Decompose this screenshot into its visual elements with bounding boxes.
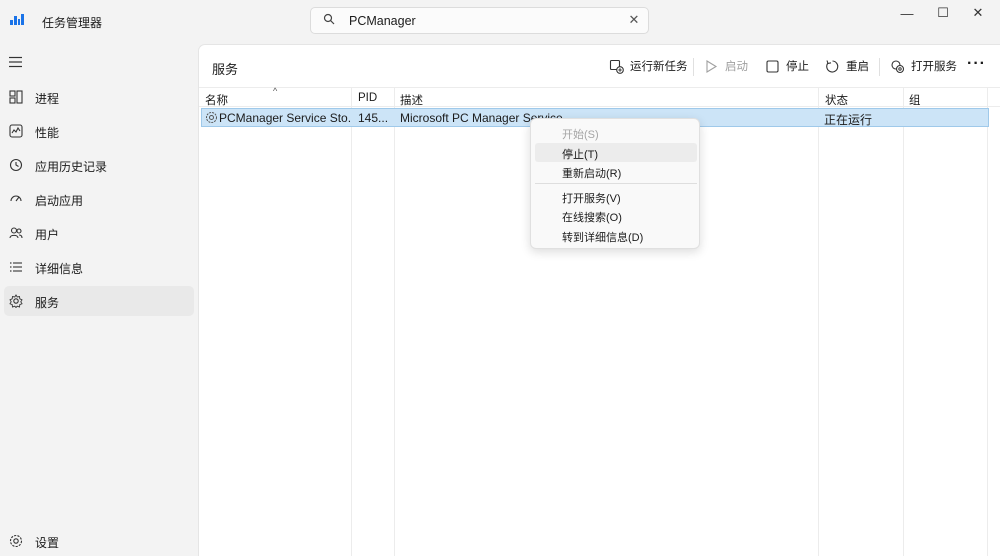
row-status-cell: 正在运行 xyxy=(824,113,873,127)
title-bar: 任务管理器 ✕ — ☐ ✕ xyxy=(0,0,1000,42)
column-divider[interactable] xyxy=(903,87,904,556)
restart-icon xyxy=(826,59,839,73)
context-menu-restart[interactable]: 重新启动(R) xyxy=(535,162,697,181)
column-header-name[interactable]: 名称 xyxy=(205,92,228,108)
row-name-cell: PCManager Service Sto... xyxy=(219,111,351,125)
sidebar-item-app-history[interactable]: 应用历史记录 xyxy=(4,150,194,180)
sidebar-item-label: 用户 xyxy=(35,228,60,242)
run-new-task-icon xyxy=(609,59,624,74)
run-new-task-button[interactable]: 运行新任务 xyxy=(609,55,688,77)
sidebar-item-services[interactable]: 服务 xyxy=(4,286,194,316)
performance-icon xyxy=(9,124,23,138)
users-icon xyxy=(9,227,23,239)
context-menu-label: 在线搜索(O) xyxy=(562,212,622,224)
service-icon xyxy=(206,112,217,123)
context-menu: 开始(S) 停止(T) 重新启动(R) 打开服务(V) 在线搜索(O) 转到详细… xyxy=(530,118,700,249)
column-divider[interactable] xyxy=(818,87,819,556)
open-services-icon xyxy=(891,59,905,73)
toolbar-divider xyxy=(879,58,880,76)
stop-button[interactable]: 停止 xyxy=(765,55,809,77)
processes-icon xyxy=(9,90,23,104)
column-divider[interactable] xyxy=(987,87,988,556)
task-manager-logo-icon xyxy=(10,13,24,25)
context-menu-label: 打开服务(V) xyxy=(562,193,621,205)
sidebar-item-users[interactable]: 用户 xyxy=(4,218,194,248)
sidebar: 进程 性能 应用历史记录 启动应用 用户 详细信息 服务 设置 xyxy=(0,42,198,556)
column-header-pid[interactable]: PID xyxy=(358,92,377,104)
startup-apps-icon xyxy=(10,195,22,202)
sidebar-item-label: 启动应用 xyxy=(35,194,84,208)
page-title: 服务 xyxy=(212,62,239,77)
sidebar-item-label: 详细信息 xyxy=(35,262,84,276)
sidebar-item-processes[interactable]: 进程 xyxy=(4,82,194,112)
context-menu-search-online[interactable]: 在线搜索(O) xyxy=(535,206,697,225)
sidebar-item-label: 服务 xyxy=(35,296,60,310)
column-header-status[interactable]: 状态 xyxy=(825,92,848,108)
settings-label: 设置 xyxy=(35,536,60,550)
sidebar-item-settings[interactable]: 设置 xyxy=(4,528,194,554)
gear-icon xyxy=(9,534,23,548)
start-button[interactable]: 启动 xyxy=(704,55,748,77)
column-header-group[interactable]: 组 xyxy=(909,92,921,108)
restart-label: 重启 xyxy=(846,61,869,73)
search-input[interactable] xyxy=(349,12,609,30)
close-button[interactable]: ✕ xyxy=(955,0,1000,26)
sidebar-item-label: 应用历史记录 xyxy=(35,160,108,174)
stop-label: 停止 xyxy=(786,61,809,73)
search-icon xyxy=(323,13,335,25)
context-menu-label: 开始(S) xyxy=(562,129,599,141)
app-title: 任务管理器 xyxy=(42,16,103,30)
hamburger-menu-icon[interactable] xyxy=(8,54,24,70)
more-options-button[interactable]: ··· xyxy=(967,55,986,73)
play-icon xyxy=(706,59,718,73)
context-menu-start[interactable]: 开始(S) xyxy=(535,123,697,142)
toolbar-divider xyxy=(693,58,694,76)
clear-search-icon[interactable]: ✕ xyxy=(627,13,641,27)
start-label: 启动 xyxy=(725,61,748,73)
open-services-button[interactable]: 打开服务 xyxy=(890,55,957,77)
context-menu-label: 重新启动(R) xyxy=(562,168,622,180)
sidebar-item-details[interactable]: 详细信息 xyxy=(4,252,194,282)
open-services-label: 打开服务 xyxy=(911,61,957,73)
context-menu-label: 转到详细信息(D) xyxy=(562,232,644,244)
details-icon xyxy=(10,262,22,272)
sidebar-item-startup-apps[interactable]: 启动应用 xyxy=(4,184,194,214)
sort-ascending-icon: ^ xyxy=(273,86,278,96)
context-menu-label: 停止(T) xyxy=(562,149,599,161)
sidebar-item-label: 进程 xyxy=(35,92,60,106)
column-divider[interactable] xyxy=(394,87,395,556)
context-menu-separator xyxy=(535,183,697,184)
context-menu-go-to-details[interactable]: 转到详细信息(D) xyxy=(535,226,697,245)
context-menu-stop[interactable]: 停止(T) xyxy=(535,143,697,162)
column-name-label: 名称 xyxy=(205,95,228,107)
row-pid-cell: 145... xyxy=(358,111,389,125)
sidebar-item-label: 性能 xyxy=(35,126,60,140)
app-history-icon xyxy=(9,158,23,172)
column-header-description[interactable]: 描述 xyxy=(400,92,423,108)
run-new-task-label: 运行新任务 xyxy=(630,61,688,73)
stop-icon xyxy=(766,59,779,73)
column-divider[interactable] xyxy=(351,87,352,556)
search-box[interactable]: ✕ xyxy=(310,7,649,34)
services-icon xyxy=(9,294,23,308)
context-menu-open-services[interactable]: 打开服务(V) xyxy=(535,187,697,206)
sidebar-item-performance[interactable]: 性能 xyxy=(4,116,194,146)
restart-button[interactable]: 重启 xyxy=(825,55,869,77)
table-header: 名称 ^ PID 描述 状态 组 xyxy=(199,86,1000,108)
